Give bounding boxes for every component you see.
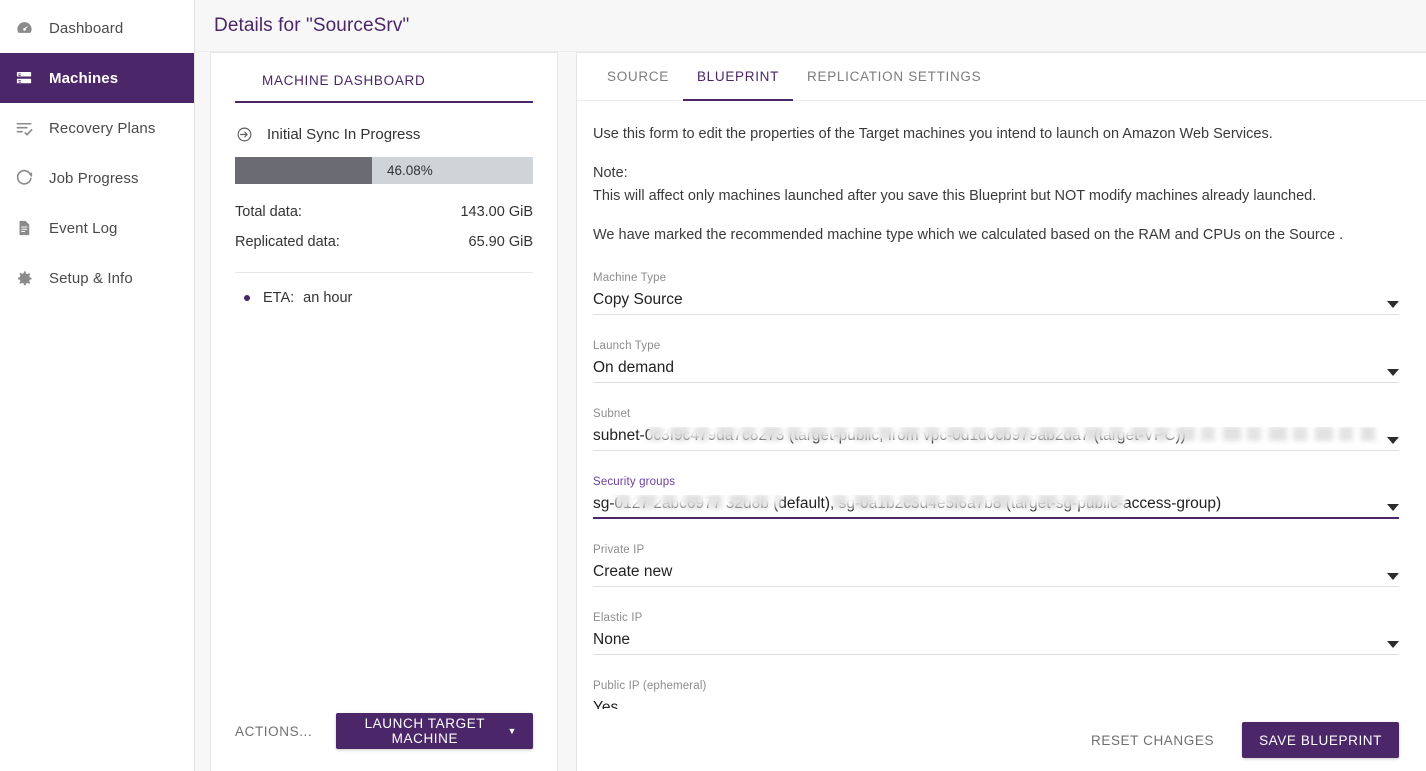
field-private-ip: Private IP Create new	[593, 544, 1399, 587]
chevron-down-icon[interactable]	[1387, 640, 1399, 648]
page-title: Details for "SourceSrv"	[214, 14, 410, 36]
field-value: Yes	[593, 698, 619, 709]
field-label: Security groups	[593, 475, 676, 488]
field-value: subnet-0c3f9c479da7c8273 (target-public,…	[593, 426, 1399, 445]
intro-note-body: This will affect only machines launched …	[593, 187, 1317, 204]
tab-replication-settings[interactable]: REPLICATION SETTINGS	[793, 53, 995, 101]
eta-row: ETA: an hour	[235, 290, 533, 306]
sync-progress-bar: 46.08%	[235, 157, 533, 184]
main-area: Details for "SourceSrv" MACHINE DASHBOAR…	[195, 0, 1426, 771]
chevron-down-icon[interactable]	[1387, 300, 1399, 308]
blueprint-form: Use this form to edit the properties of …	[577, 101, 1426, 709]
tab-blueprint[interactable]: BLUEPRINT	[682, 53, 794, 101]
sidebar-item-job-progress[interactable]: Job Progress	[0, 153, 194, 203]
sidebar: Dashboard Machines Recovery Plans Job Pr…	[0, 0, 195, 771]
sidebar-item-setup-and-info[interactable]: Setup & Info	[0, 253, 194, 303]
sync-in-progress-icon	[235, 125, 253, 143]
stat-label: Total data:	[235, 204, 302, 220]
sidebar-item-label: Dashboard	[49, 19, 124, 37]
sidebar-item-machines[interactable]: Machines	[0, 53, 194, 103]
machine-dashboard-footer: ACTIONS... LAUNCH TARGET MACHINE ▼	[235, 713, 533, 771]
intro-note-title: Note:	[593, 165, 628, 182]
subnet-select[interactable]: subnet-0c3f9c479da7c8273 (target-public,…	[593, 423, 1399, 451]
sidebar-item-dashboard[interactable]: Dashboard	[0, 3, 194, 53]
field-value: Copy Source	[593, 290, 683, 308]
public-ip-select[interactable]: Yes	[593, 695, 1399, 709]
blueprint-intro: Use this form to edit the properties of …	[593, 123, 1399, 247]
chevron-down-icon[interactable]	[1387, 572, 1399, 580]
blueprint-footer: RESET CHANGES SAVE BLUEPRINT	[577, 709, 1426, 771]
field-value-text: sg-0127 2abc6977 32d8b (default), sg-0a1…	[593, 494, 1222, 512]
sidebar-item-label: Recovery Plans	[49, 119, 156, 137]
private-ip-select[interactable]: Create new	[593, 559, 1399, 587]
reset-changes-button[interactable]: RESET CHANGES	[1091, 733, 1214, 748]
tab-machine-dashboard[interactable]: MACHINE DASHBOARD	[235, 53, 533, 103]
eta-value: an hour	[303, 290, 353, 306]
sidebar-item-label: Job Progress	[49, 169, 139, 187]
machine-dashboard-card: MACHINE DASHBOARD Initial Sync In Progre…	[210, 52, 558, 771]
sync-progress-fill	[235, 157, 373, 184]
chevron-down-icon[interactable]	[1387, 436, 1399, 444]
details-tabs: SOURCE BLUEPRINT REPLICATION SETTINGS	[577, 53, 1426, 101]
tab-source[interactable]: SOURCE	[593, 53, 683, 101]
launch-target-machine-label: LAUNCH TARGET MACHINE	[364, 716, 486, 746]
app-root: Dashboard Machines Recovery Plans Job Pr…	[0, 0, 1426, 771]
launch-type-select[interactable]: On demand	[593, 355, 1399, 383]
elastic-ip-select[interactable]: None	[593, 627, 1399, 655]
field-elastic-ip: Elastic IP None	[593, 612, 1399, 655]
save-blueprint-button[interactable]: SAVE BLUEPRINT	[1242, 722, 1399, 758]
server-icon	[13, 67, 35, 89]
field-public-ip: Public IP (ephemeral) Yes	[593, 680, 1399, 709]
security-groups-select[interactable]: sg-0127 2abc6977 32d8b (default), sg-0a1…	[593, 491, 1399, 519]
eta-label: ETA:	[263, 290, 295, 306]
list-check-icon	[13, 117, 35, 139]
launch-target-machine-button[interactable]: LAUNCH TARGET MACHINE ▼	[336, 713, 533, 749]
chevron-down-icon[interactable]	[1387, 503, 1399, 511]
sidebar-item-label: Setup & Info	[49, 269, 133, 287]
stat-label: Replicated data:	[235, 234, 340, 250]
gear-icon	[13, 267, 35, 289]
field-machine-type: Machine Type Copy Source	[593, 272, 1399, 315]
bullet-icon	[244, 295, 250, 301]
intro-line-1: Use this form to edit the properties of …	[593, 126, 1273, 142]
spinner-icon	[13, 167, 35, 189]
chevron-down-icon: ▼	[507, 725, 517, 736]
field-value-text: subnet-0c3f9c479da7c8273 (target-public,…	[593, 426, 1186, 444]
field-label: Elastic IP	[593, 611, 643, 624]
sidebar-item-event-log[interactable]: Event Log	[0, 203, 194, 253]
sync-progress-label: 46.08%	[387, 163, 433, 178]
sidebar-item-label: Event Log	[49, 219, 118, 237]
content-area: MACHINE DASHBOARD Initial Sync In Progre…	[195, 52, 1426, 771]
sidebar-item-label: Machines	[49, 69, 119, 87]
field-label: Machine Type	[593, 271, 667, 284]
stat-value: 65.90 GiB	[468, 234, 534, 250]
sidebar-item-recovery-plans[interactable]: Recovery Plans	[0, 103, 194, 153]
field-label: Subnet	[593, 407, 631, 420]
field-value: sg-0127 2abc6977 32d8b (default), sg-0a1…	[593, 494, 1399, 513]
field-value: On demand	[593, 358, 674, 376]
field-value: None	[593, 630, 631, 648]
details-card: SOURCE BLUEPRINT REPLICATION SETTINGS Us…	[576, 52, 1426, 771]
field-label: Launch Type	[593, 339, 661, 352]
sync-status-text: Initial Sync In Progress	[267, 125, 421, 143]
document-icon	[13, 217, 35, 239]
chevron-down-icon[interactable]	[1387, 368, 1399, 376]
field-subnet: Subnet subnet-0c3f9c479da7c8273 (target-…	[593, 408, 1399, 451]
field-security-groups: Security groups sg-0127 2abc6977 32d8b (…	[593, 476, 1399, 519]
intro-line-3: We have marked the recommended machine t…	[593, 227, 1344, 244]
stat-replicated-data: Replicated data: 65.90 GiB	[235, 234, 533, 250]
stat-total-data: Total data: 143.00 GiB	[235, 204, 533, 220]
field-launch-type: Launch Type On demand	[593, 340, 1399, 383]
field-value: Create new	[593, 562, 673, 580]
topbar: Details for "SourceSrv"	[195, 0, 1426, 52]
field-label: Public IP (ephemeral)	[593, 679, 707, 692]
machine-type-select[interactable]: Copy Source	[593, 287, 1399, 315]
field-label: Private IP	[593, 543, 645, 556]
actions-menu-button[interactable]: ACTIONS...	[235, 724, 312, 739]
divider	[235, 272, 533, 273]
sync-status-row: Initial Sync In Progress	[235, 125, 533, 143]
stat-value: 143.00 GiB	[460, 204, 533, 220]
gauge-icon	[13, 17, 35, 39]
